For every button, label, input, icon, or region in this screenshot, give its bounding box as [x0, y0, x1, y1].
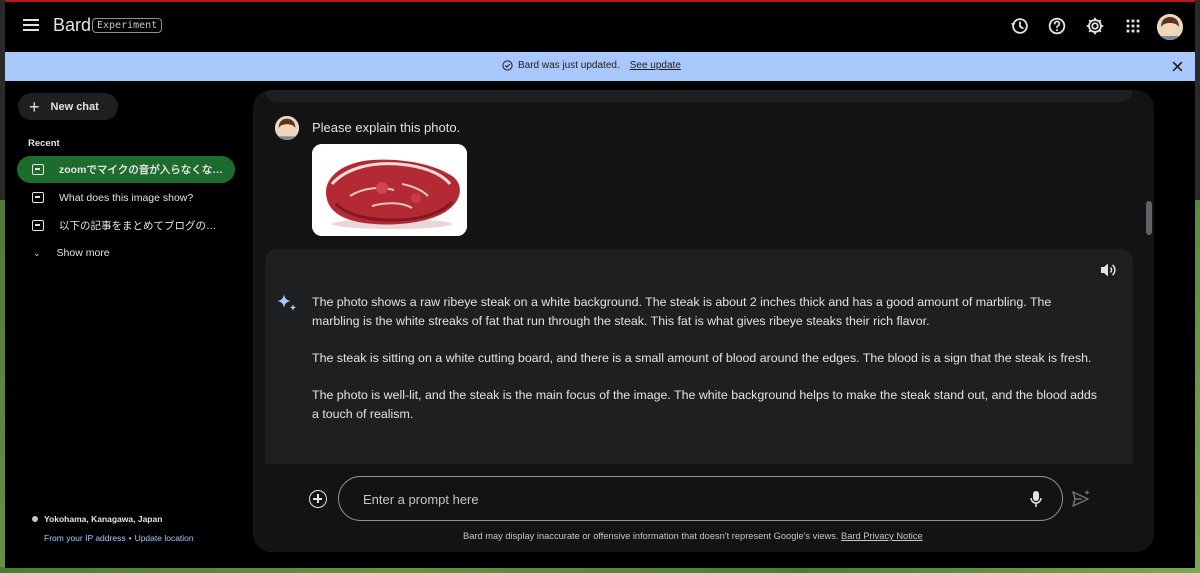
top-bar: Bard Experiment: [5, 2, 1195, 52]
recent-heading: Recent: [28, 138, 60, 149]
scrollbar-thumb[interactable]: [1146, 201, 1152, 235]
chat-bubble-icon: [32, 164, 44, 175]
browser-window: Bard Experiment Bard was just updated. S…: [5, 0, 1195, 568]
menu-icon[interactable]: [23, 16, 43, 36]
location-dot-icon: [32, 516, 38, 522]
new-chat-label: New chat: [50, 100, 99, 113]
apps-icon[interactable]: [1122, 15, 1144, 37]
privacy-notice-link[interactable]: Bard Privacy Notice: [841, 531, 923, 541]
previous-response-card: [265, 90, 1133, 102]
bard-sparkle-icon: [277, 294, 297, 311]
location-separator: •: [128, 533, 132, 543]
response-paragraph: The photo shows a raw ribeye steak on a …: [312, 295, 1052, 328]
close-icon[interactable]: [1171, 60, 1184, 73]
ip-address-link[interactable]: From your IP address: [44, 533, 126, 543]
chevron-down-icon: ⌄: [33, 247, 41, 258]
plus-icon: +: [29, 96, 40, 117]
chat-bubble-icon: [32, 192, 44, 203]
response-paragraph: The photo is well-lit, and the steak is …: [312, 388, 1097, 421]
disclaimer: Bard may display inaccurate or offensive…: [463, 531, 923, 541]
location-links: From your IP address • Update location: [44, 533, 194, 543]
recent-chat-item[interactable]: zoomでマイクの音が入らなくな…: [17, 156, 235, 183]
disclaimer-text: Bard may display inaccurate or offensive…: [463, 531, 839, 541]
new-chat-button[interactable]: + New chat: [18, 93, 118, 120]
recent-chat-label: What does this image show?: [59, 191, 194, 204]
show-more-button[interactable]: ⌄ Show more: [33, 247, 110, 259]
see-update-link[interactable]: See update: [630, 60, 681, 71]
speaker-icon[interactable]: [1099, 262, 1117, 278]
recent-chat-label: zoomでマイクの音が入らなくな…: [59, 164, 223, 176]
recent-chat-item[interactable]: 以下の記事をまとめてブログの…: [17, 212, 235, 239]
experiment-badge: Experiment: [92, 18, 163, 33]
microphone-icon[interactable]: [1029, 490, 1043, 508]
user-message: Please explain this photo.: [312, 120, 461, 135]
send-icon[interactable]: [1071, 490, 1091, 508]
check-circle-icon: [502, 60, 513, 71]
user-avatar: [275, 116, 299, 140]
history-icon[interactable]: [1009, 15, 1031, 37]
location-text: Yokohama, Kanagawa, Japan: [32, 514, 162, 524]
steak-photo[interactable]: [312, 144, 467, 236]
add-image-button[interactable]: [309, 490, 327, 508]
recent-chat-item[interactable]: What does this image show?: [17, 184, 235, 211]
response-paragraph: The steak is sitting on a white cutting …: [312, 351, 1092, 365]
banner-message: Bard was just updated.: [518, 60, 620, 71]
prompt-input[interactable]: [363, 489, 1003, 509]
avatar[interactable]: [1157, 14, 1183, 40]
recent-chat-label: 以下の記事をまとめてブログの…: [59, 220, 217, 232]
update-location-link[interactable]: Update location: [135, 533, 194, 543]
prompt-box: [338, 476, 1063, 521]
settings-icon[interactable]: [1084, 15, 1106, 37]
response-text: The photo shows a raw ribeye steak on a …: [312, 293, 1102, 442]
chat-bubble-icon: [32, 220, 44, 231]
update-banner: Bard was just updated. See update: [5, 52, 1195, 81]
show-more-label: Show more: [56, 247, 110, 259]
help-icon[interactable]: [1046, 15, 1068, 37]
app-title[interactable]: Bard: [53, 15, 91, 36]
